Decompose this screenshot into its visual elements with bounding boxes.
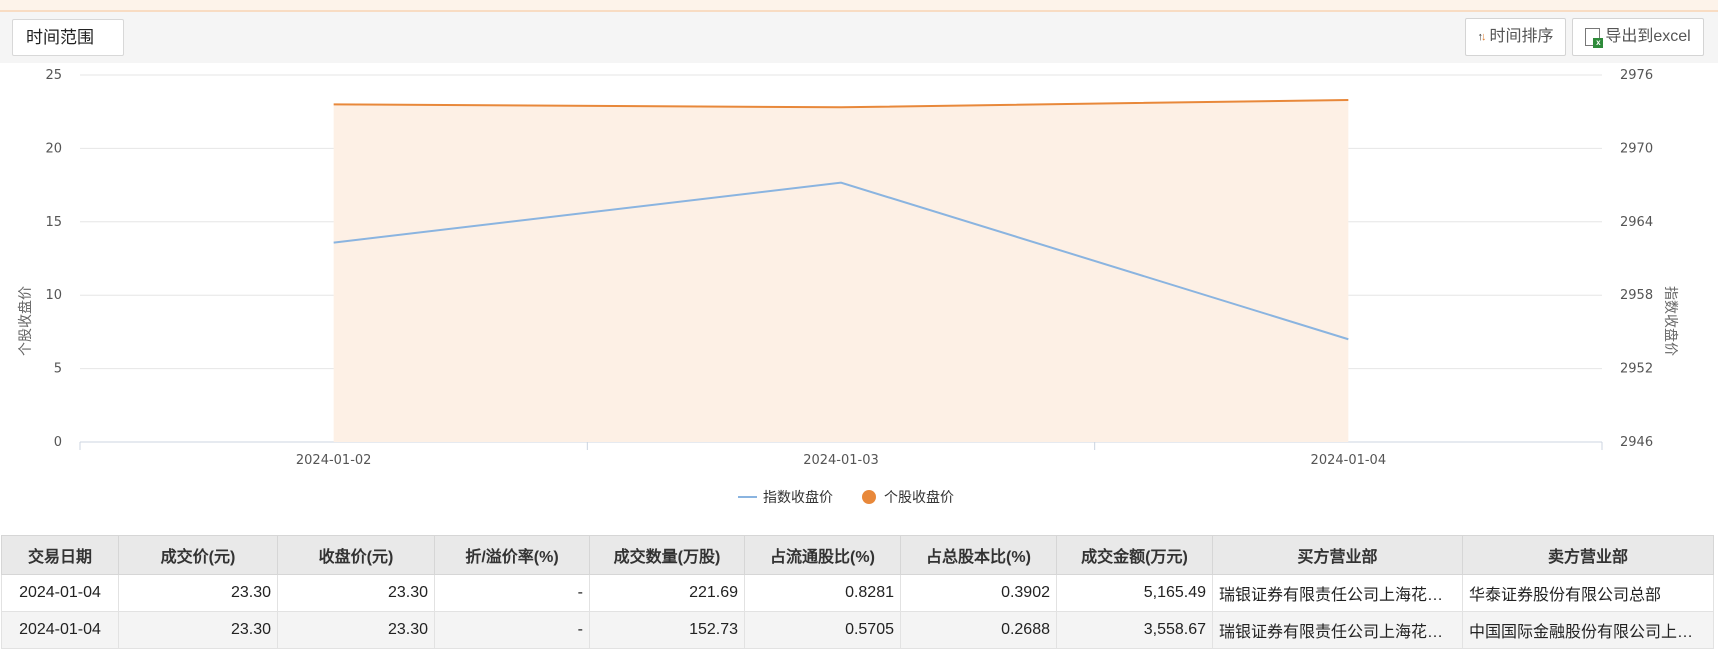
table-cell: -	[434, 611, 590, 649]
column-header[interactable]: 交易日期	[1, 535, 119, 575]
column-header[interactable]: 收盘价(元)	[277, 535, 435, 575]
table-cell: 0.2688	[900, 611, 1057, 649]
table-cell: 23.30	[118, 611, 278, 649]
export-excel-label: 导出到excel	[1605, 28, 1691, 45]
table-header-row: 交易日期 成交价(元) 收盘价(元) 折/溢价率(%) 成交数量(万股) 占流通股比(%)…	[1, 535, 1714, 575]
y-right-tick-2952: 2952	[1620, 362, 1653, 377]
top-accent-strip	[0, 0, 1718, 12]
table-cell: 0.3902	[900, 574, 1057, 612]
table-cell: 23.30	[277, 574, 435, 612]
x-tick-2024-01-02: 2024-01-02	[296, 453, 372, 468]
table-cell: 23.30	[277, 611, 435, 649]
block-trade-table: 交易日期 成交价(元) 收盘价(元) 折/溢价率(%) 成交数量(万股) 占流通股比(%)…	[1, 535, 1714, 649]
table-cell: 3,558.67	[1056, 611, 1213, 649]
time-sort-label: 时间排序	[1489, 28, 1554, 45]
time-sort-button[interactable]: ↑↓ 时间排序	[1465, 18, 1566, 56]
table-cell: 中国国际金融股份有限公司上…	[1462, 611, 1714, 649]
column-header[interactable]: 成交价(元)	[118, 535, 278, 575]
y-left-tick-25: 25	[45, 68, 62, 83]
column-header[interactable]: 成交金额(万元)	[1056, 535, 1213, 575]
table-cell: 2024-01-04	[1, 611, 119, 649]
table-row: 2024-01-04 23.30 23.30-221.69 0.8281 0.3902 5…	[1, 574, 1714, 612]
y-left-tick-10: 10	[45, 288, 62, 303]
y-right-tick-2964: 2964	[1620, 215, 1653, 230]
table-cell: 瑞银证券有限责任公司上海花…	[1212, 611, 1463, 649]
toolbar: 时间范围 ↑↓ 时间排序 导出到excel	[0, 12, 1718, 63]
column-header[interactable]: 卖方营业部	[1462, 535, 1714, 575]
table-cell: 2024-01-04	[1, 574, 119, 612]
table-cell: -	[434, 574, 590, 612]
table-cell: 5,165.49	[1056, 574, 1213, 612]
table-cell: 瑞银证券有限责任公司上海花…	[1212, 574, 1463, 612]
column-header[interactable]: 占流通股比(%)	[744, 535, 901, 575]
y-left-tick-5: 5	[54, 362, 62, 377]
y-left-tick-0: 0	[54, 435, 62, 450]
x-tick-2024-01-03: 2024-01-03	[803, 453, 879, 468]
stock-close-area	[333, 99, 1349, 443]
legend-stock-swatch	[862, 490, 876, 504]
chart-area-layer	[333, 99, 1349, 443]
column-header[interactable]: 买方营业部	[1212, 535, 1463, 575]
y-right-tick-2958: 2958	[1620, 288, 1653, 303]
table-cell: 0.8281	[744, 574, 901, 612]
y-axis-left-title: 个股收盘价	[17, 286, 33, 356]
y-right-tick-2976: 2976	[1620, 68, 1653, 83]
y-right-tick-2970: 2970	[1620, 141, 1653, 156]
table-row: 2024-01-04 23.30 23.30-152.73 0.5705 0.2688 3…	[1, 611, 1714, 649]
legend-stock-label: 个股收盘价	[884, 489, 954, 505]
y-left-tick-15: 15	[45, 215, 62, 230]
chart-legend: 指数收盘价 个股收盘价	[738, 489, 954, 505]
column-header[interactable]: 成交数量(万股)	[589, 535, 745, 575]
y-axis-right-title: 指数收盘价	[1663, 286, 1679, 356]
column-header[interactable]: 折/溢价率(%)	[434, 535, 590, 575]
table-cell: 华泰证券股份有限公司总部	[1462, 574, 1714, 612]
column-header[interactable]: 占总股本比(%)	[900, 535, 1057, 575]
export-excel-button[interactable]: 导出到excel	[1572, 18, 1704, 56]
x-tick-2024-01-04: 2024-01-04	[1311, 453, 1387, 468]
table-cell: 0.5705	[744, 611, 901, 649]
excel-icon	[1585, 28, 1604, 48]
y-right-tick-2946: 2946	[1620, 435, 1653, 450]
sort-arrows-icon: ↑↓	[1477, 31, 1486, 43]
table-cell: 23.30	[118, 574, 278, 612]
legend-index-label: 指数收盘价	[763, 489, 833, 505]
time-range-button[interactable]: 时间范围	[12, 19, 124, 56]
table-cell: 152.73	[589, 611, 745, 649]
table-cell: 221.69	[589, 574, 745, 612]
price-chart: 0 5 10 15 20 25 2946 2952 2958 2964 2970 2976 2024-0…	[17, 68, 1679, 505]
y-left-tick-20: 20	[45, 141, 62, 156]
